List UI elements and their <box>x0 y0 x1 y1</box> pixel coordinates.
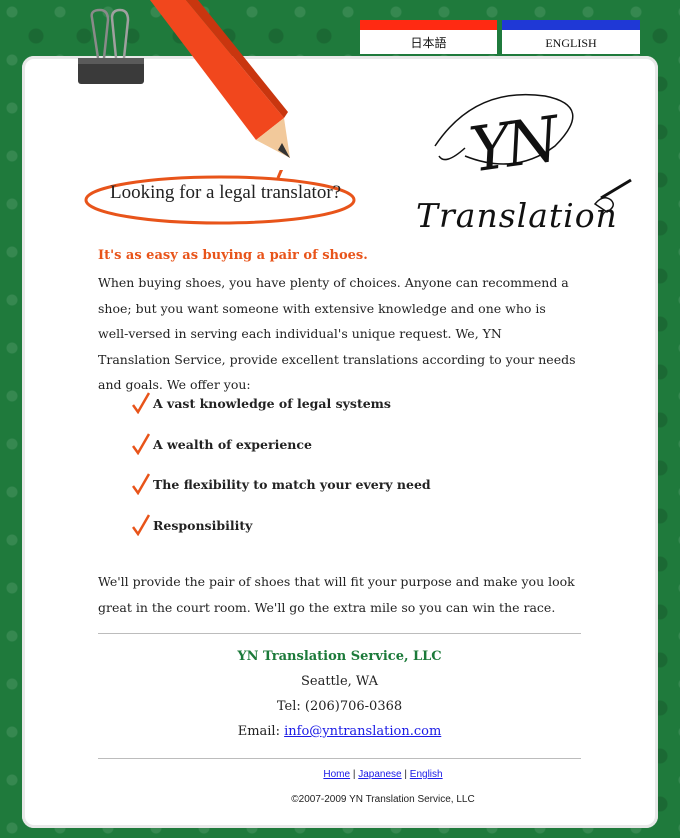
checkmark-icon <box>132 432 150 455</box>
email-link[interactable]: info@yntranslation.com <box>284 724 441 739</box>
divider <box>98 633 581 634</box>
copyright: ©2007-2009 YN Translation Service, LLC <box>291 794 475 805</box>
checkmark-icon <box>132 513 150 536</box>
outro-paragraph: We'll provide the pair of shoes that wil… <box>98 574 575 615</box>
list-item-label: A wealth of experience <box>153 436 312 452</box>
email-label: Email: <box>237 724 280 739</box>
company-name: YN Translation Service, LLC <box>237 649 442 664</box>
company-phone: Tel: (206)706-0368 <box>276 699 403 714</box>
company-city: Seattle, WA <box>300 674 379 689</box>
list-item-label: The flexibility to match your every need <box>153 477 431 492</box>
list-item-label: A vast knowledge of legal systems <box>153 396 391 411</box>
main-headline: It's as easy as buying a pair of shoes. <box>98 248 368 263</box>
footer-link-japanese[interactable]: Japanese <box>358 769 401 780</box>
footer-separator: | <box>404 769 408 780</box>
binder-clip-icon <box>78 8 144 84</box>
divider <box>98 758 581 759</box>
logo-wordmark: Translation <box>416 196 618 235</box>
footer-link-english[interactable]: English <box>410 769 443 780</box>
list-item-label: Responsibility <box>153 517 253 533</box>
pencil-icon <box>150 0 290 158</box>
logo-monogram: YN <box>465 102 558 187</box>
tab-japanese[interactable]: 日本語 <box>360 20 497 54</box>
checkmark-icon <box>132 392 150 414</box>
intro-paragraph: When buying shoes, you have plenty of ch… <box>98 275 576 392</box>
footer-link-home[interactable]: Home <box>323 769 350 780</box>
footer-nav: Home | Japanese | English <box>98 769 668 780</box>
footer-separator: | <box>352 769 356 780</box>
checkmark-icon <box>132 473 150 495</box>
company-email: Email: info@yntranslation.com <box>98 724 581 739</box>
tab-english[interactable]: ENGLISH <box>502 20 640 54</box>
hero-tagline: Looking for a legal translator? <box>110 182 342 203</box>
